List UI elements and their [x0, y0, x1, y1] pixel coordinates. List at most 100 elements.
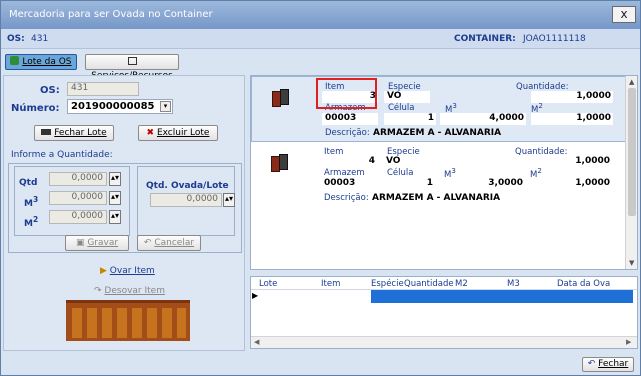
desovar-item-button[interactable]: ↷ Desovar Item [94, 286, 165, 296]
fechar-lote-label: Fechar Lote [54, 128, 107, 138]
close-button[interactable]: x [612, 6, 636, 23]
m2-spin-icon[interactable]: ▴▾ [109, 210, 121, 224]
lote-icon [10, 56, 20, 65]
gravar-button[interactable]: ▣ Gravar [65, 235, 129, 251]
dialog-window: Mercadoria para ser Ovada no Container x… [0, 0, 641, 376]
scroll-thumb[interactable] [628, 88, 636, 216]
especie-value: VO [383, 156, 429, 168]
qtd-ovada-label: Qtd. Ovada/Lote [146, 181, 229, 191]
descricao-value: ARMAZEM A - ALVANARIA [372, 193, 501, 203]
grid-col-m3[interactable]: M3 [507, 279, 520, 289]
boxes-icon [271, 152, 289, 174]
celula-value: 1 [383, 178, 435, 190]
qtd-label: Qtd [19, 178, 38, 188]
m3-label: M3 [24, 195, 39, 209]
desovar-icon: ↷ [94, 286, 102, 296]
quantidade-value: 1,0000 [530, 156, 612, 168]
tab-servicos-recursos[interactable]: Serviços/Recursos [85, 54, 179, 81]
celula-label: Célula [388, 103, 415, 113]
fechar-button[interactable]: ↶ Fechar [582, 357, 634, 372]
servicos-icon [127, 57, 137, 65]
ovar-item-label: Ovar Item [109, 266, 155, 276]
descricao-label: Descrição: [324, 193, 369, 203]
back-icon: ↶ [587, 359, 596, 369]
shelf-slot [132, 308, 142, 338]
armazem-value: 00003 [321, 178, 377, 190]
container-label: CONTAINER: [454, 34, 516, 44]
items-vertical-scrollbar[interactable]: ▲ ▼ [625, 76, 637, 269]
undo-icon: ↶ [143, 238, 152, 248]
shelf-slot [177, 308, 186, 338]
row-pointer-icon: ▶ [252, 291, 259, 300]
tab-lote-label: Lote da OS [22, 57, 72, 67]
fechar-lote-icon [41, 129, 52, 135]
highlight-box [316, 78, 377, 109]
os-label: OS: [40, 85, 60, 96]
m3-field[interactable]: 0,0000 [49, 191, 107, 205]
qtd-field[interactable]: 0,0000 [49, 172, 107, 186]
shelf-slot [102, 308, 112, 338]
lote-grid: Lote Item Espécie Quantidade M2 M3 Data … [250, 276, 638, 349]
item-value: 4 [321, 156, 377, 168]
item-card[interactable]: Item Especie Quantidade: 4 VO 1,0000 Arm… [251, 142, 626, 208]
fechar-label: Fechar [598, 359, 629, 369]
shelf-slot [147, 308, 157, 338]
os-field[interactable]: 431 [67, 82, 139, 96]
footer-bar: ↶ Fechar [1, 351, 640, 375]
fechar-lote-button[interactable]: Fechar Lote [34, 125, 114, 141]
items-panel: Item Especie Quantidade: 3 VO 1,0000 Arm… [250, 75, 638, 270]
scroll-left-icon[interactable]: ◀ [254, 338, 259, 346]
shelf-slot [72, 308, 82, 338]
ovar-item-button[interactable]: ▶ Ovar Item [100, 266, 155, 276]
title-bar: Mercadoria para ser Ovada no Container x [1, 1, 640, 29]
cancelar-label: Cancelar [154, 238, 195, 248]
scroll-down-icon[interactable]: ▼ [629, 259, 634, 267]
excluir-lote-label: Excluir Lote [156, 128, 210, 138]
qtd-spin-icon[interactable]: ▴▾ [109, 172, 121, 186]
cancelar-button[interactable]: ↶ Cancelar [137, 235, 201, 251]
grid-col-data-da-ova[interactable]: Data da Ova [557, 279, 610, 289]
tab-lote-da-os[interactable]: Lote da OS [5, 54, 77, 70]
container-shelf-image [66, 300, 190, 341]
save-icon: ▣ [75, 238, 85, 248]
excluir-lote-button[interactable]: ✖ Excluir Lote [138, 125, 218, 141]
grid-col-quantidade[interactable]: Quantidade [404, 279, 454, 289]
qtd-ovada-spin-icon[interactable]: ▴▾ [223, 193, 235, 207]
m2-value: 1,0000 [531, 113, 613, 125]
quantidade-value: 1,0000 [531, 91, 613, 103]
m3-label-text: M [24, 199, 33, 209]
numero-label: Número: [11, 103, 60, 114]
gravar-label: Gravar [87, 238, 119, 248]
grid-col-item[interactable]: Item [321, 279, 340, 289]
desovar-item-label: Desovar Item [104, 286, 165, 296]
chevron-down-icon[interactable]: ▾ [160, 101, 171, 112]
boxes-icon [272, 87, 290, 109]
armazem-label: Armazem [324, 168, 365, 178]
informe-label: Informe a Quantidade: [11, 150, 113, 160]
scroll-up-icon[interactable]: ▲ [629, 78, 634, 86]
grid-col-especie[interactable]: Espécie [371, 279, 404, 289]
grid-header: Lote Item Espécie Quantidade M2 M3 Data … [251, 277, 637, 290]
descricao-label: Descrição: [325, 128, 370, 138]
item-card-selected[interactable]: Item Especie Quantidade: 3 VO 1,0000 Arm… [251, 76, 626, 142]
scroll-right-icon[interactable]: ▶ [626, 338, 631, 346]
grid-selected-cell[interactable] [371, 290, 633, 303]
armazem-value: 00003 [322, 113, 378, 125]
numero-value: 201900000085 [71, 101, 155, 112]
celula-label: Célula [387, 168, 414, 178]
os-header-label: OS: [7, 34, 25, 44]
ovar-icon: ▶ [100, 266, 107, 276]
m3-spin-icon[interactable]: ▴▾ [109, 191, 121, 205]
m2-label: M2 [24, 215, 39, 229]
shelf-top [66, 300, 190, 303]
grid-horizontal-scrollbar[interactable]: ◀ ▶ [251, 336, 637, 348]
os-header-value: 431 [31, 34, 49, 44]
m2-field[interactable]: 0,0000 [49, 210, 107, 224]
grid-col-lote[interactable]: Lote [259, 279, 277, 289]
numero-select[interactable]: 201900000085 ▾ [67, 99, 173, 114]
m2-label-text: M [24, 219, 33, 229]
grid-col-m2[interactable]: M2 [455, 279, 468, 289]
grid-new-row[interactable]: ▶ [251, 290, 637, 303]
excluir-icon: ✖ [146, 128, 155, 138]
qtd-ovada-field[interactable]: 0,0000 [150, 193, 222, 207]
